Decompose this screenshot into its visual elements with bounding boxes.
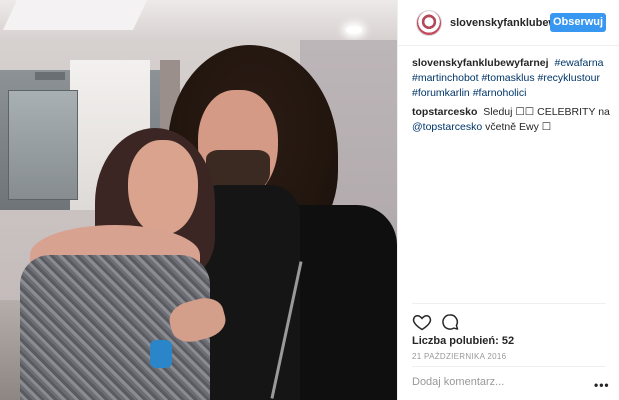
likes-count[interactable]: Liczba polubień: 52 <box>412 335 514 347</box>
photo-vent <box>35 72 65 80</box>
follow-button[interactable]: Obserwuj <box>550 13 606 32</box>
user-comment: topstarcesko Sleduj ☐☐ CELEBRITY na @top… <box>412 105 612 135</box>
hashtag-link[interactable]: #martinchobot <box>412 72 479 84</box>
comment-text: Sleduj ☐☐ CELEBRITY na <box>483 106 610 118</box>
heart-icon[interactable] <box>412 312 432 332</box>
hashtag-link[interactable]: #tomasklus <box>481 72 534 84</box>
hashtag-link[interactable]: #forumkarlin <box>412 87 470 99</box>
hashtag-link[interactable]: #farnoholici <box>473 87 527 99</box>
comment-username[interactable]: topstarcesko <box>412 106 477 118</box>
comment-icon[interactable] <box>440 312 460 332</box>
comment-username[interactable]: slovenskyfanklubewyfarnej <box>412 57 549 69</box>
post-photo[interactable] <box>0 0 397 400</box>
comment-text-after: včetně Ewy ☐ <box>485 121 552 133</box>
woman-bracelet <box>150 340 172 368</box>
hashtag-link[interactable]: #recyklustour <box>538 72 600 84</box>
post-date: 21 PAŹDZIERNIKA 2016 <box>412 352 507 361</box>
divider <box>412 366 606 367</box>
mention-link[interactable]: @topstarcesko <box>412 121 482 133</box>
comments-list: slovenskyfanklubewyfarnej #ewafarna #mar… <box>412 56 612 139</box>
add-comment-input[interactable]: Dodaj komentarz... <box>412 376 504 388</box>
divider <box>412 303 606 304</box>
avatar[interactable] <box>416 10 442 36</box>
post-side-panel: slovenskyfanklubew Obserwuj slovenskyfan… <box>397 0 619 400</box>
caption-comment: slovenskyfanklubewyfarnej #ewafarna #mar… <box>412 56 612 101</box>
woman-face <box>128 140 198 235</box>
photo-light-panel <box>3 0 147 30</box>
photo-ceiling-light <box>346 26 362 34</box>
more-options-icon[interactable]: ••• <box>594 378 610 392</box>
hashtag-link[interactable]: #ewafarna <box>554 57 603 69</box>
photo-cabinet-glass <box>8 90 78 200</box>
header-username[interactable]: slovenskyfanklubew <box>450 17 557 29</box>
post-header: slovenskyfanklubew Obserwuj <box>398 0 619 46</box>
